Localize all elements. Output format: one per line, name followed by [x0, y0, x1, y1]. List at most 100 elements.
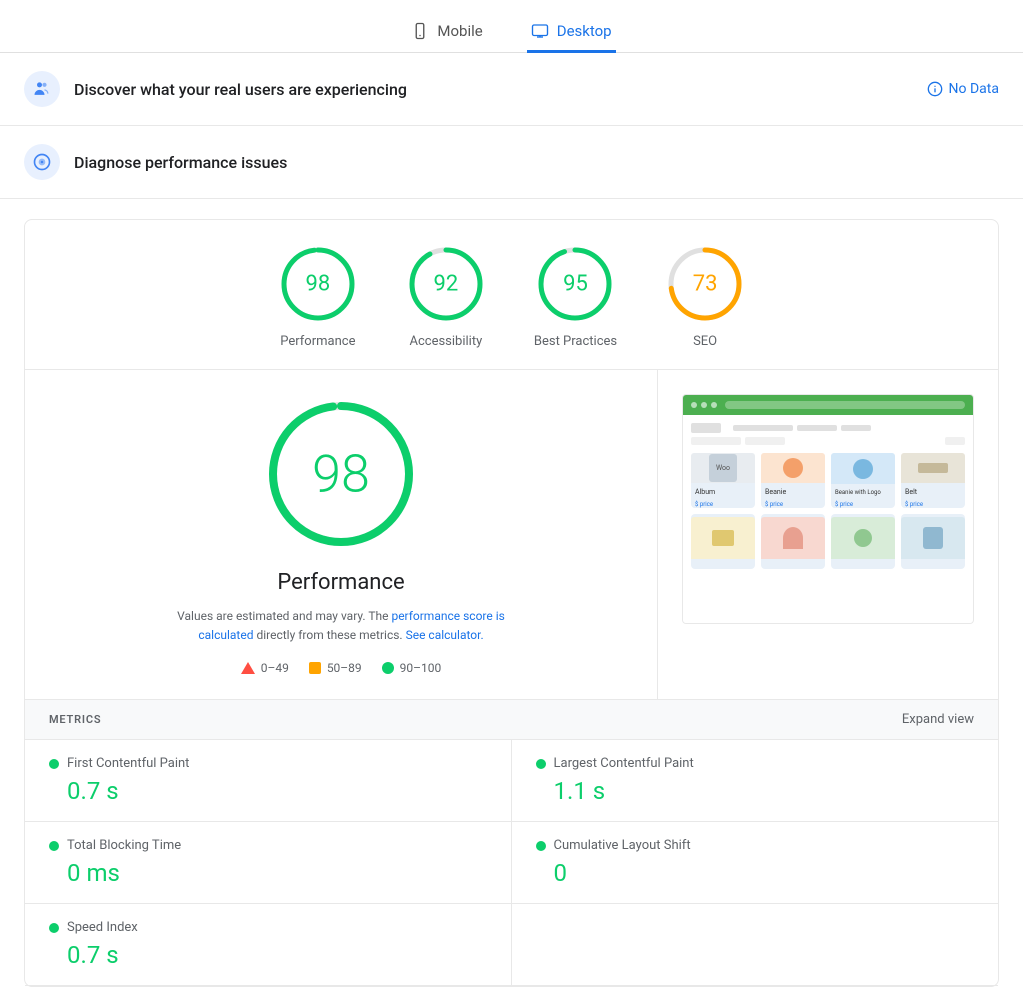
score-item-seo[interactable]: 73 SEO [665, 244, 745, 349]
score-value-seo: 73 [693, 272, 718, 297]
metric-si-name-row: Speed Index [49, 920, 487, 935]
screenshot-nav [733, 425, 793, 431]
browser-dot-2 [701, 402, 707, 408]
legend-item-low: 0–49 [241, 661, 289, 675]
legend-high-range: 90–100 [400, 661, 442, 675]
score-circle-performance: 98 [278, 244, 358, 324]
browser-dot-1 [691, 402, 697, 408]
big-score-value: 98 [312, 444, 370, 505]
metric-si-value: 0.7 s [67, 941, 487, 969]
metric-empty [512, 904, 999, 986]
screenshot-content: Woo Album $ price Beanie $ price [683, 415, 973, 623]
expand-view-button[interactable]: Expand view [902, 712, 974, 727]
legend-item-high: 90–100 [382, 661, 442, 675]
screenshot-product-6 [761, 514, 825, 569]
metric-lcp-name: Largest Contentful Paint [554, 756, 694, 771]
metric-cls-value: 0 [554, 859, 975, 887]
screenshot-filter-2 [745, 437, 785, 445]
score-item-accessibility[interactable]: 92 Accessibility [406, 244, 486, 349]
tab-desktop-label: Desktop [557, 22, 612, 40]
score-label-best-practices: Best Practices [534, 334, 617, 349]
screenshot-filter-1 [691, 437, 741, 445]
tab-mobile-label: Mobile [437, 22, 482, 40]
screenshot-nav-3 [841, 425, 871, 431]
left-panel: 98 Performance Values are estimated and … [25, 370, 658, 699]
big-score-circle: 98 [261, 394, 421, 554]
metric-fcp-value: 0.7 s [67, 777, 487, 805]
metric-fcp-name-row: First Contentful Paint [49, 756, 487, 771]
diagnose-banner: Diagnose performance issues [0, 126, 1023, 199]
screenshot-nav-2 [797, 425, 837, 431]
diagnose-title: Diagnose performance issues [74, 153, 999, 172]
metric-fcp-name: First Contentful Paint [67, 756, 189, 771]
score-item-best-practices[interactable]: 95 Best Practices [534, 244, 617, 349]
score-label-seo: SEO [693, 334, 717, 349]
tab-desktop[interactable]: Desktop [527, 12, 616, 53]
screenshot-product-7 [831, 514, 895, 569]
metric-fcp-dot [49, 759, 59, 769]
metric-si-dot [49, 923, 59, 933]
score-label-performance: Performance [280, 334, 355, 349]
metrics-title: METRICS [49, 713, 101, 726]
right-panel: Woo Album $ price Beanie $ price [658, 370, 998, 699]
legend-square-icon [309, 662, 321, 674]
legend: 0–49 50–89 90–100 [241, 661, 442, 675]
screenshot-bar [683, 395, 973, 415]
score-circle-best-practices: 95 [535, 244, 615, 324]
screenshot-product-beanie-logo: Beanie with Logo $ price [831, 453, 895, 508]
score-circles: 98 Performance 92 Accessibility [25, 244, 998, 369]
score-card-container: 98 Performance 92 Accessibility [24, 219, 999, 987]
big-score-label: Performance [277, 570, 404, 595]
screenshot-grid-row1: Woo Album $ price Beanie $ price [691, 453, 965, 508]
metric-cls: Cumulative Layout Shift 0 [512, 822, 999, 904]
score-value-best-practices: 95 [563, 272, 588, 297]
mobile-icon [411, 22, 429, 40]
score-item-performance[interactable]: 98 Performance [278, 244, 358, 349]
metric-lcp-name-row: Largest Contentful Paint [536, 756, 975, 771]
legend-item-medium: 50–89 [309, 661, 362, 675]
browser-dot-3 [711, 402, 717, 408]
screenshot-product-beanie: Beanie $ price [761, 453, 825, 508]
no-data-button[interactable]: No Data [927, 81, 999, 97]
real-users-title: Discover what your real users are experi… [74, 80, 913, 99]
metric-tbt: Total Blocking Time 0 ms [25, 822, 512, 904]
metrics-header: METRICS Expand view [25, 699, 998, 739]
screenshot-filter-row [691, 437, 965, 445]
screenshot-preview: Woo Album $ price Beanie $ price [682, 394, 974, 624]
metric-cls-name-row: Cumulative Layout Shift [536, 838, 975, 853]
real-users-banner: Discover what your real users are experi… [0, 53, 1023, 126]
diagnose-icon [24, 144, 60, 180]
score-value-performance: 98 [306, 272, 331, 297]
calculator-link[interactable]: See calculator. [406, 628, 484, 642]
metric-lcp-value: 1.1 s [554, 777, 975, 805]
score-value-accessibility: 92 [434, 272, 459, 297]
score-circle-seo: 73 [665, 244, 745, 324]
screenshot-filter-3 [945, 437, 965, 445]
metric-si: Speed Index 0.7 s [25, 904, 512, 986]
metric-tbt-dot [49, 841, 59, 851]
metric-lcp: Largest Contentful Paint 1.1 s [512, 740, 999, 822]
screenshot-mini-header [691, 423, 965, 433]
tab-bar: Mobile Desktop [0, 0, 1023, 53]
metrics-grid: First Contentful Paint 0.7 s Largest Con… [25, 739, 998, 986]
info-icon [927, 81, 943, 97]
metric-fcp: First Contentful Paint 0.7 s [25, 740, 512, 822]
score-description: Values are estimated and may vary. The p… [171, 607, 511, 645]
metric-tbt-value: 0 ms [67, 859, 487, 887]
screenshot-product-album: Woo Album $ price [691, 453, 755, 508]
screenshot-product-belt: Belt $ price [901, 453, 965, 508]
main-content-area: 98 Performance Values are estimated and … [25, 370, 998, 699]
score-circle-accessibility: 92 [406, 244, 486, 324]
screenshot-grid-row2 [691, 514, 965, 569]
metric-cls-name: Cumulative Layout Shift [554, 838, 691, 853]
no-data-label: No Data [949, 81, 999, 97]
legend-dot-icon [382, 662, 394, 674]
metric-tbt-name: Total Blocking Time [67, 838, 181, 853]
score-label-accessibility: Accessibility [409, 334, 482, 349]
real-users-icon [24, 71, 60, 107]
metric-tbt-name-row: Total Blocking Time [49, 838, 487, 853]
legend-low-range: 0–49 [261, 661, 289, 675]
screenshot-product-5 [691, 514, 755, 569]
tab-mobile[interactable]: Mobile [407, 12, 486, 53]
screenshot-logo [691, 423, 721, 433]
